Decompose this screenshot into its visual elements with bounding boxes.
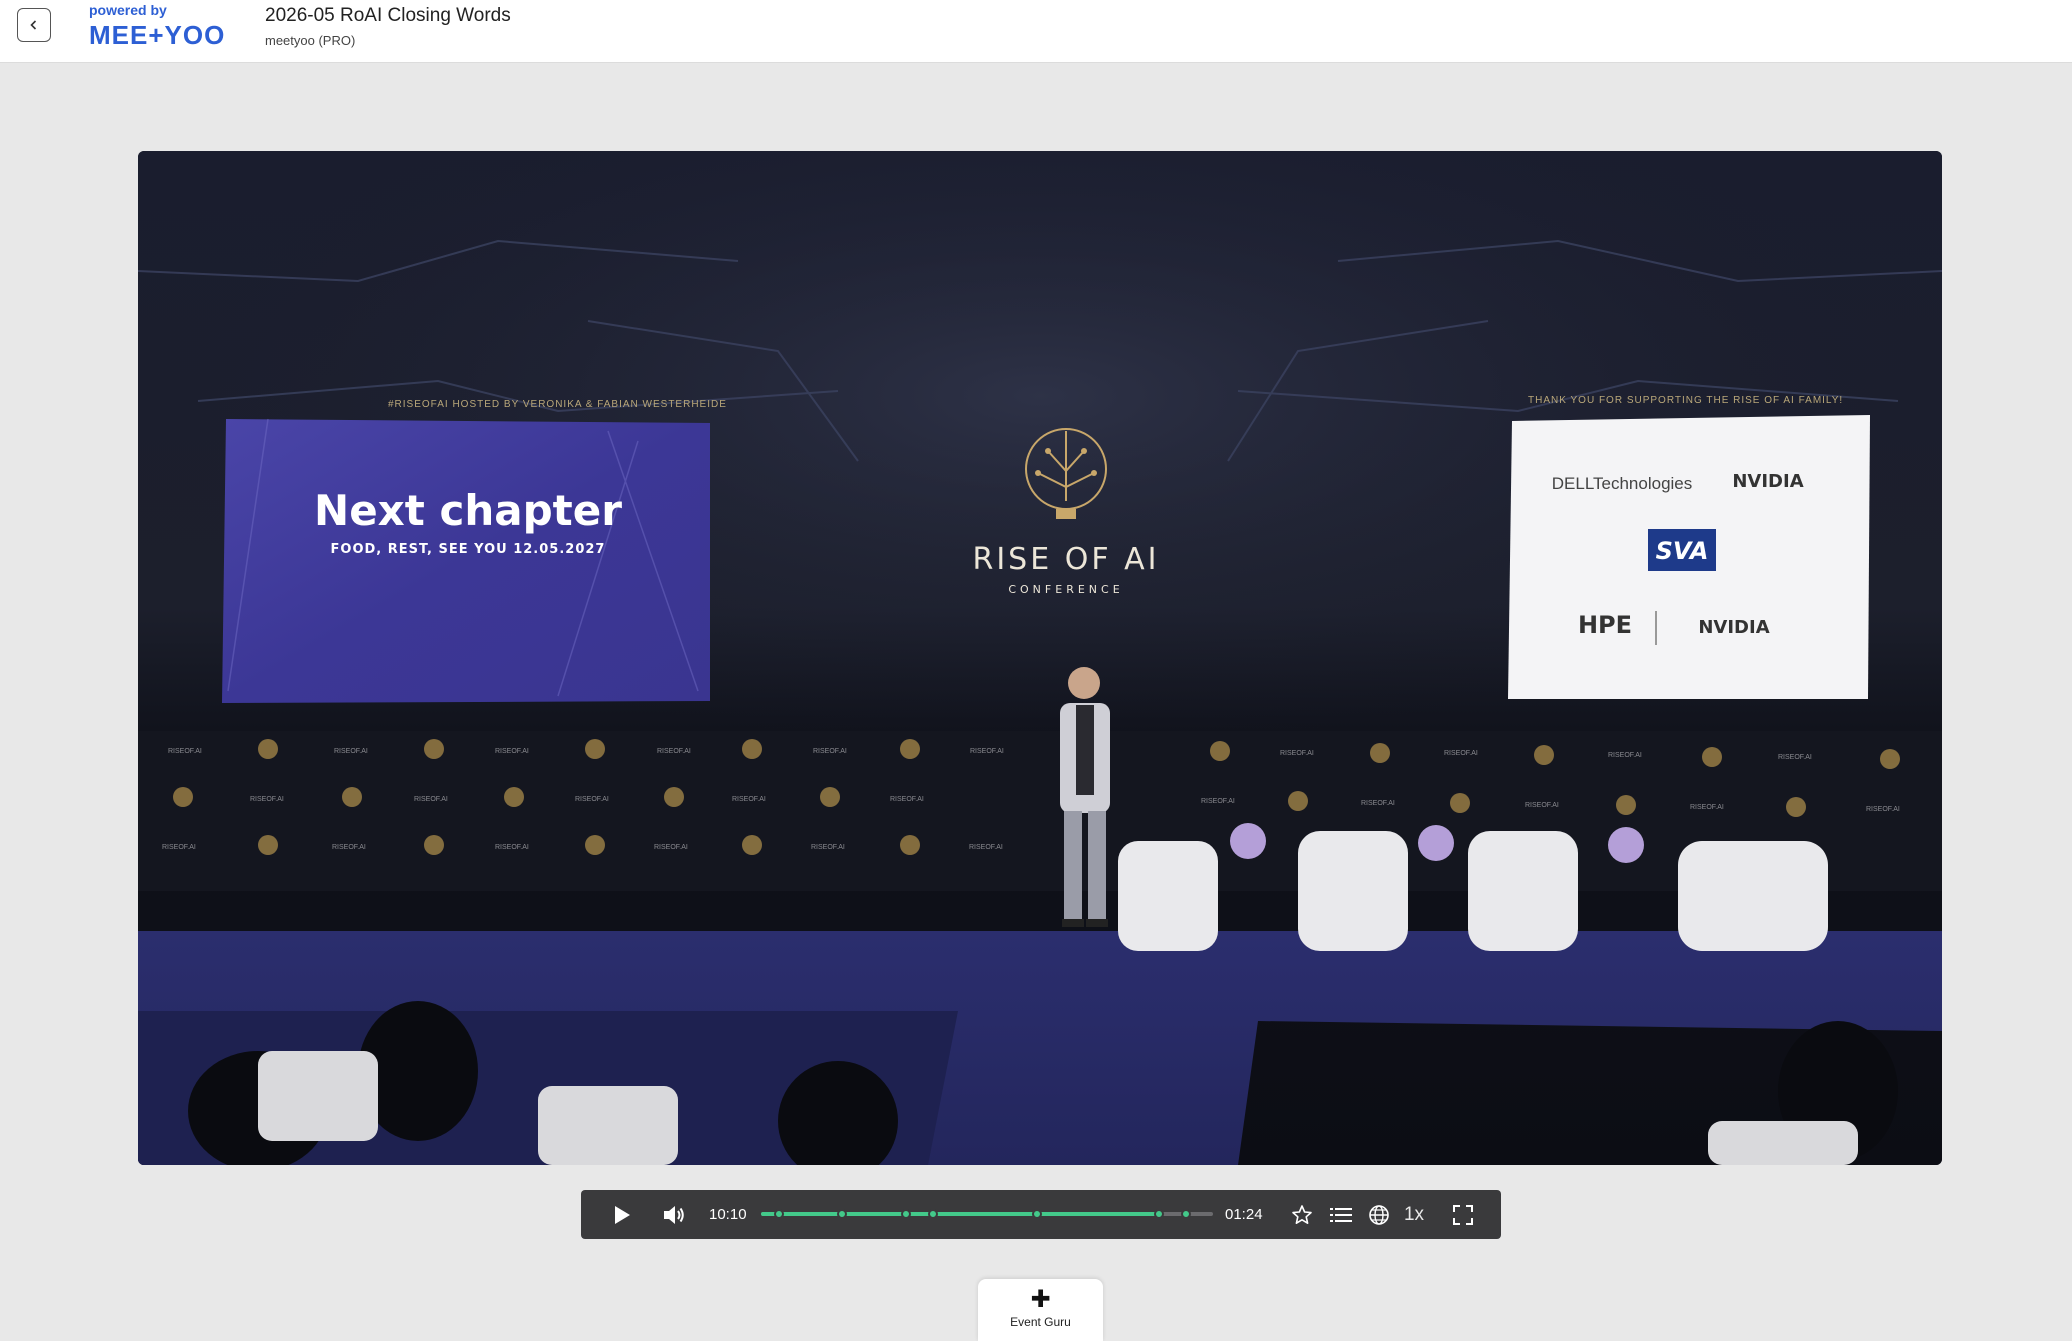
chapter-marker[interactable] (1153, 1209, 1164, 1219)
globe-icon (1369, 1204, 1389, 1225)
chapter-marker[interactable] (1031, 1209, 1042, 1219)
center-logo-title: RISE OF AI (972, 542, 1159, 577)
svg-text:RISEOF.AI: RISEOF.AI (654, 844, 688, 851)
svg-text:RISEOF.AI: RISEOF.AI (970, 748, 1004, 755)
svg-text:RISEOF.AI: RISEOF.AI (495, 844, 529, 851)
svg-text:RISEOF.AI: RISEOF.AI (162, 844, 196, 851)
svg-text:RISEOF.AI: RISEOF.AI (1201, 798, 1235, 805)
app-header: powered by MEE+YOO 2026-05 RoAI Closing … (0, 0, 2072, 63)
brand-powered-by: powered by (89, 2, 167, 18)
svg-text:RISEOF.AI: RISEOF.AI (1608, 752, 1642, 759)
sponsor-nvidia-1: NVIDIA (1732, 471, 1803, 492)
chapter-marker[interactable] (837, 1209, 848, 1219)
play-button[interactable] (607, 1190, 637, 1239)
progress-bar[interactable] (761, 1209, 1213, 1219)
svg-text:RISEOF.AI: RISEOF.AI (168, 748, 202, 755)
volume-icon (664, 1205, 684, 1224)
svg-text:RISEOF.AI: RISEOF.AI (1280, 750, 1314, 757)
list-icon (1330, 1207, 1352, 1222)
main-area: #RISEOFAI HOSTED BY VERONIKA & FABIAN WE… (2, 64, 2070, 1341)
left-screen-subtitle: FOOD, REST, SEE YOU 12.05.2027 (331, 542, 606, 557)
left-screen-title: Next chapter (314, 486, 622, 535)
remaining-time: 01:24 (1225, 1206, 1263, 1223)
page-title: 2026-05 RoAI Closing Words (265, 5, 511, 26)
chapters-button[interactable] (1325, 1190, 1357, 1239)
svg-text:RISEOF.AI: RISEOF.AI (811, 844, 845, 851)
left-screen-caption: #RISEOFAI HOSTED BY VERONIKA & FABIAN WE… (388, 399, 727, 410)
brand[interactable]: powered by MEE+YOO (89, 2, 225, 50)
svg-text:RISEOF.AI: RISEOF.AI (334, 748, 368, 755)
play-icon (615, 1205, 630, 1224)
title-block: 2026-05 RoAI Closing Words meetyoo (PRO) (265, 4, 511, 50)
chapter-marker[interactable] (774, 1209, 785, 1219)
svg-text:RISEOF.AI: RISEOF.AI (890, 796, 924, 803)
speed-button[interactable]: 1x (1399, 1190, 1429, 1239)
elapsed-time: 10:10 (709, 1206, 747, 1223)
chapter-marker[interactable] (927, 1209, 938, 1219)
right-screen-caption: THANK YOU FOR SUPPORTING THE RISE OF AI … (1528, 395, 1843, 406)
video-frame: #RISEOFAI HOSTED BY VERONIKA & FABIAN WE… (138, 151, 1942, 1165)
favorite-button[interactable] (1287, 1190, 1317, 1239)
fullscreen-button[interactable] (1447, 1190, 1479, 1239)
svg-text:RISEOF.AI: RISEOF.AI (1361, 800, 1395, 807)
progress-fill (761, 1212, 1159, 1216)
sponsor-sva: SVA (1656, 537, 1709, 565)
page-subtitle: meetyoo (PRO) (265, 33, 356, 48)
svg-text:RISEOF.AI: RISEOF.AI (575, 796, 609, 803)
chevron-left-icon (30, 20, 37, 30)
svg-text:RISEOF.AI: RISEOF.AI (414, 796, 448, 803)
event-guru-button[interactable]: ✚ Event Guru (978, 1279, 1103, 1341)
sponsor-hpe: HPE (1578, 611, 1632, 639)
player-controls: 10:10 01:24 1x (581, 1190, 1501, 1239)
svg-text:RISEOF.AI: RISEOF.AI (1444, 750, 1478, 757)
svg-text:RISEOF.AI: RISEOF.AI (732, 796, 766, 803)
svg-text:RISEOF.AI: RISEOF.AI (657, 748, 691, 755)
svg-text:RISEOF.AI: RISEOF.AI (1690, 804, 1724, 811)
svg-text:RISEOF.AI: RISEOF.AI (1525, 802, 1559, 809)
sponsor-nvidia-2: NVIDIA (1698, 617, 1769, 638)
svg-text:RISEOF.AI: RISEOF.AI (813, 748, 847, 755)
brand-logo: MEE+YOO (89, 20, 226, 50)
video-player[interactable]: #RISEOFAI HOSTED BY VERONIKA & FABIAN WE… (138, 151, 1942, 1165)
svg-text:RISEOF.AI: RISEOF.AI (250, 796, 284, 803)
star-icon (1292, 1204, 1312, 1224)
fullscreen-icon (1453, 1204, 1473, 1225)
volume-button[interactable] (659, 1190, 689, 1239)
svg-text:RISEOF.AI: RISEOF.AI (969, 844, 1003, 851)
sparkle-icon: ✚ (1030, 1286, 1051, 1313)
language-button[interactable] (1363, 1190, 1395, 1239)
back-button[interactable] (17, 8, 51, 42)
chapter-marker[interactable] (900, 1209, 911, 1219)
center-logo-subtitle: CONFERENCE (1008, 583, 1123, 596)
svg-text:RISEOF.AI: RISEOF.AI (1866, 806, 1900, 813)
svg-text:RISEOF.AI: RISEOF.AI (332, 844, 366, 851)
svg-text:RISEOF.AI: RISEOF.AI (1778, 754, 1812, 761)
event-guru-label: Event Guru (1010, 1315, 1071, 1329)
svg-text:RISEOF.AI: RISEOF.AI (495, 748, 529, 755)
sponsor-dell: DELLTechnologies (1552, 474, 1693, 493)
chapter-marker[interactable] (1180, 1209, 1191, 1219)
